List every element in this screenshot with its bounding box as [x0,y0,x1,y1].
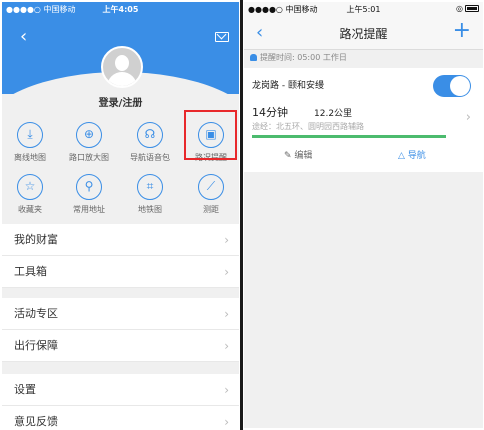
grid-item-label: 路口放大图 [69,153,109,162]
menu-item-activities[interactable]: 活动专区 › [2,298,239,330]
edit-button[interactable]: ✎ 编辑 [284,148,312,161]
status-right: ◎ [456,4,479,13]
chevron-right-icon: › [224,339,229,353]
travel-time: 14分钟 [252,106,288,119]
status-bar: ●●●●○ 中国移动 上午4:05 ◎ ↗ [2,2,239,16]
login-register-link[interactable]: 登录/注册 [2,94,239,109]
bell-icon [250,54,257,61]
menu-item-label: 设置 [14,383,36,396]
grid-item-label: 常用地址 [73,205,105,214]
divider [240,0,243,430]
menu-group-1: 我的财富 › 工具箱 › [2,224,239,288]
grid-item-offline-map[interactable]: ⤓ 离线地图 [2,122,58,163]
menu-item-label: 活动专区 [14,307,58,320]
menu-item-label: 出行保障 [14,339,58,352]
menu-item-label: 我的财富 [14,233,58,246]
subway-icon: ⌗ [137,174,163,200]
grid-item-junction-zoom[interactable]: ⊕ 路口放大图 [61,122,117,163]
menu-item-label: 意见反馈 [14,415,58,428]
mail-icon[interactable] [215,32,229,42]
zoom-icon: ⊕ [76,122,102,148]
left-phone-screen: ●●●●○ 中国移动 上午4:05 ◎ ↗ ‹ 登录/注册 ⤓ 离线地图 ⊕ 路… [2,2,239,428]
add-icon[interactable]: + [453,18,471,43]
download-icon: ⤓ [17,122,43,148]
grid-item-label: 测距 [203,205,219,214]
pin-icon: ⚲ [76,174,102,200]
remind-time-text: 提醒时间: 05:00 工作日 [260,53,347,62]
alert-toggle[interactable] [433,75,471,97]
chevron-right-icon: › [224,265,229,279]
grid-item-measure-distance[interactable]: ⟋ 测距 [183,174,239,215]
grid-item-label: 导航语音包 [130,153,170,162]
avatar[interactable] [101,46,143,88]
nav-bar: ‹ 路况提醒 + [244,16,483,50]
back-icon[interactable]: ‹ [20,28,27,46]
menu-item-label: 工具箱 [14,265,47,278]
chevron-right-icon[interactable]: › [466,110,471,125]
grid-item-subway-map[interactable]: ⌗ 地铁图 [122,174,178,215]
voice-icon: ☊ [137,122,163,148]
navigate-button[interactable]: △ 导航 [398,148,426,161]
grid-item-favorites[interactable]: ☆ 收藏夹 [2,174,58,215]
status-icons: ◎ [456,4,463,13]
menu-group-3: 设置 › 意见反馈 › [2,374,239,428]
chevron-right-icon: › [224,307,229,321]
route-card[interactable]: 龙岗路 - 颐和安缦 14分钟 12.2公里 途经：北五环、圆明园西路辅路 › … [244,68,483,172]
star-icon: ☆ [17,174,43,200]
menu-item-wealth[interactable]: 我的财富 › [2,224,239,256]
chevron-right-icon: › [224,415,229,428]
chevron-right-icon: › [224,383,229,397]
grid-item-label: 地铁图 [138,205,162,214]
highlight-box [184,110,237,160]
avatar-body-icon [107,72,137,86]
menu-item-toolbox[interactable]: 工具箱 › [2,256,239,288]
menu-item-travel-protection[interactable]: 出行保障 › [2,330,239,362]
ruler-icon: ⟋ [198,174,224,200]
toggle-knob [450,76,470,96]
via-roads: 途经：北五环、圆明园西路辅路 [252,122,364,131]
remind-time-bar: 提醒时间: 05:00 工作日 [244,50,483,66]
grid-item-label: 收藏夹 [18,205,42,214]
status-bar: ●●●●○ 中国移动 上午5:01 ◎ [244,2,483,16]
right-phone-screen: ●●●●○ 中国移动 上午5:01 ◎ ‹ 路况提醒 + 提醒时间: 05:00… [244,2,483,428]
menu-item-feedback[interactable]: 意见反馈 › [2,406,239,428]
grid-item-label: 离线地图 [14,153,46,162]
menu-group-2: 活动专区 › 出行保障 › [2,298,239,362]
status-time: 上午4:05 [102,5,139,14]
screenshot-root: ●●●●○ 中国移动 上午4:05 ◎ ↗ ‹ 登录/注册 ⤓ 离线地图 ⊕ 路… [0,0,484,430]
battery-icon [465,5,479,12]
traffic-status-bar [252,135,446,138]
grid-item-voice-pack[interactable]: ☊ 导航语音包 [122,122,178,163]
page-title: 路况提醒 [339,27,388,41]
status-time: 上午5:01 [346,5,381,14]
chevron-right-icon: › [224,233,229,247]
travel-distance: 12.2公里 [314,109,353,119]
route-name: 龙岗路 - 颐和安缦 [252,81,324,91]
grid-item-common-address[interactable]: ⚲ 常用地址 [61,174,117,215]
avatar-head-icon [115,55,129,71]
menu-item-settings[interactable]: 设置 › [2,374,239,406]
